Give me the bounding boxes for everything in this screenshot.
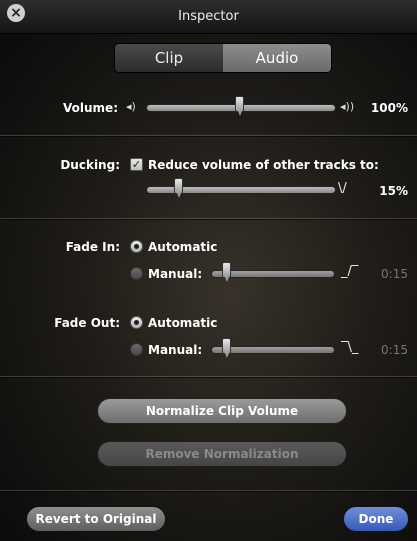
- fade-in-curve-icon: _/‾: [341, 264, 359, 279]
- fade-out-manual-label: Manual:: [148, 343, 203, 357]
- divider: [0, 218, 417, 219]
- ducking-value: 15%: [379, 184, 408, 198]
- fade-in-label: Fade In:: [65, 240, 120, 254]
- divider: [0, 490, 417, 491]
- fade-out-slider-thumb[interactable]: [222, 338, 231, 358]
- fade-out-automatic-label: Automatic: [148, 316, 218, 330]
- fade-out-value: 0:15: [381, 343, 408, 357]
- tab-clip[interactable]: Clip: [115, 44, 223, 72]
- fade-in-slider-thumb[interactable]: [222, 262, 231, 282]
- fade-out-label: Fade Out:: [54, 316, 120, 330]
- done-button[interactable]: Done: [344, 507, 408, 531]
- revert-to-original-button[interactable]: Revert to Original: [27, 507, 165, 531]
- window-title: Inspector: [178, 9, 239, 24]
- speaker-low-icon: ◂): [126, 100, 136, 113]
- ducking-curve-icon: \/: [338, 181, 347, 196]
- tab-bar: Clip Audio: [115, 44, 331, 72]
- fade-in-automatic-radio[interactable]: [130, 240, 143, 253]
- ducking-label: Ducking:: [60, 158, 120, 172]
- remove-normalization-button[interactable]: Remove Normalization: [98, 442, 346, 466]
- title-bar: × Inspector: [0, 0, 417, 34]
- ducking-slider-thumb[interactable]: [174, 178, 183, 198]
- fade-out-automatic-radio[interactable]: [130, 316, 143, 329]
- ducking-checkbox[interactable]: ✓: [130, 158, 143, 171]
- volume-label: Volume:: [63, 101, 118, 115]
- normalize-clip-volume-button[interactable]: Normalize Clip Volume: [98, 399, 346, 423]
- fade-out-manual-radio[interactable]: [130, 343, 143, 356]
- fade-in-manual-radio[interactable]: [130, 267, 143, 280]
- fade-in-manual-label: Manual:: [148, 267, 203, 281]
- speaker-high-icon: ◂)): [340, 100, 355, 113]
- volume-value: 100%: [370, 101, 408, 115]
- fade-in-value: 0:15: [381, 267, 408, 281]
- inspector-window: × Inspector Clip Audio Volume: ◂) ◂)) 10…: [0, 0, 417, 541]
- tab-audio[interactable]: Audio: [223, 44, 331, 72]
- volume-slider-thumb[interactable]: [235, 96, 244, 116]
- divider: [0, 376, 417, 377]
- ducking-checkbox-label: Reduce volume of other tracks to:: [148, 158, 379, 172]
- fade-in-automatic-label: Automatic: [148, 240, 218, 254]
- fade-out-curve-icon: ‾\_: [341, 340, 359, 355]
- divider: [0, 135, 417, 136]
